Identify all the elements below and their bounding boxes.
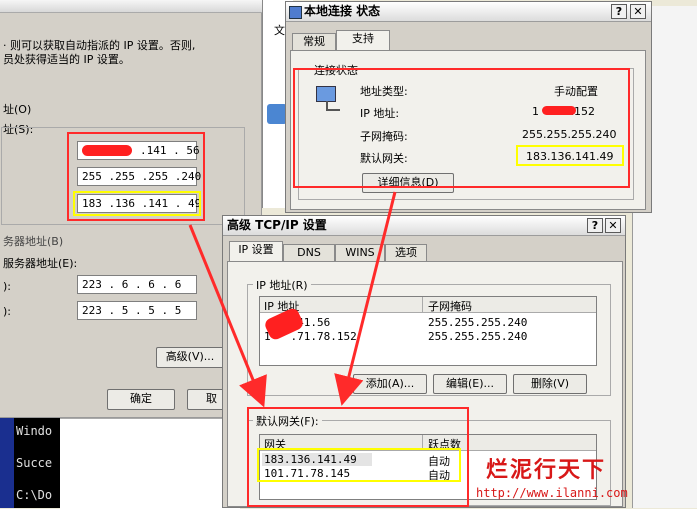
watermark-url: http://www.ilanni.com: [476, 486, 628, 500]
arrow-left-to-gateway-list: [188, 224, 267, 408]
annotation-arrows: [188, 191, 397, 408]
arrow-status-to-gateway-list: [334, 191, 397, 406]
watermark-brand: 烂泥行天下: [486, 457, 607, 483]
